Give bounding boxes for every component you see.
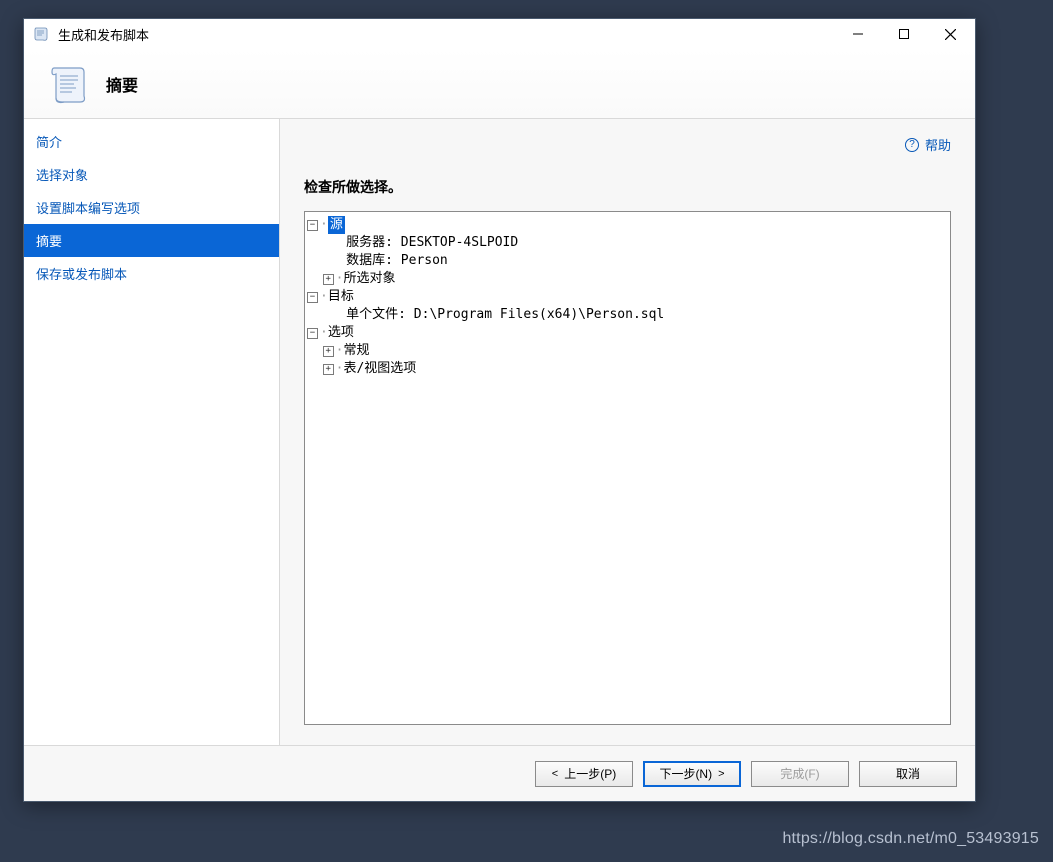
titlebar: 生成和发布脚本	[24, 19, 975, 49]
tree-node-server[interactable]: 服务器: DESKTOP-4SLPOID	[346, 234, 518, 252]
sidebar-item-intro[interactable]: 简介	[24, 125, 279, 158]
help-label: 帮助	[925, 135, 951, 154]
help-link[interactable]: ? 帮助	[905, 135, 951, 154]
sidebar-item-summary[interactable]: 摘要	[24, 224, 279, 257]
watermark: https://blog.csdn.net/m0_53493915	[782, 830, 1039, 848]
tree-node-selected-objects[interactable]: 所选对象	[343, 270, 395, 288]
cancel-button[interactable]: 取消	[859, 761, 957, 787]
page-title: 摘要	[106, 72, 138, 96]
chevron-right-icon: >	[718, 768, 724, 780]
header: 摘要	[24, 49, 975, 119]
tree-node-database[interactable]: 数据库: Person	[346, 252, 448, 270]
collapse-icon[interactable]: −	[307, 328, 318, 339]
tree-node-target[interactable]: 目标	[328, 288, 354, 306]
minimize-button[interactable]	[835, 19, 881, 49]
sidebar-item-save-publish[interactable]: 保存或发布脚本	[24, 257, 279, 290]
body: 简介 选择对象 设置脚本编写选项 摘要 保存或发布脚本 ? 帮助 检查所做选择。…	[24, 119, 975, 745]
tree-node-single-file[interactable]: 单个文件: D:\Program Files(x64)\Person.sql	[346, 306, 664, 324]
sidebar: 简介 选择对象 设置脚本编写选项 摘要 保存或发布脚本	[24, 119, 280, 745]
maximize-button[interactable]	[881, 19, 927, 49]
dialog-window: 生成和发布脚本 摘要 简介 选择对象 设置脚本编写选项	[23, 18, 976, 802]
expand-icon[interactable]: +	[323, 364, 334, 375]
summary-tree[interactable]: − · 源 服务器: DESKTOP-4SLPOID 数据库: Person +…	[304, 211, 951, 725]
help-icon: ?	[905, 138, 919, 152]
next-button[interactable]: 下一步(N) >	[643, 761, 741, 787]
tree-node-source[interactable]: 源	[328, 216, 345, 234]
collapse-icon[interactable]: −	[307, 292, 318, 303]
window-controls	[835, 19, 973, 49]
close-button[interactable]	[927, 19, 973, 49]
footer: < 上一步(P) 下一步(N) > 完成(F) 取消	[24, 745, 975, 801]
main-panel: ? 帮助 检查所做选择。 − · 源 服务器:	[280, 119, 975, 745]
sidebar-item-set-options[interactable]: 设置脚本编写选项	[24, 191, 279, 224]
finish-button: 完成(F)	[751, 761, 849, 787]
window-title: 生成和发布脚本	[58, 25, 835, 44]
tree-node-general[interactable]: 常规	[343, 342, 369, 360]
collapse-icon[interactable]: −	[307, 220, 318, 231]
expand-icon[interactable]: +	[323, 274, 334, 285]
app-icon	[32, 25, 50, 43]
tree-node-table-view[interactable]: 表/视图选项	[343, 360, 416, 378]
expand-icon[interactable]: +	[323, 346, 334, 357]
prev-button[interactable]: < 上一步(P)	[535, 761, 633, 787]
scroll-icon	[44, 60, 92, 108]
chevron-left-icon: <	[552, 768, 558, 780]
tree-node-options[interactable]: 选项	[328, 324, 354, 342]
instruction-text: 检查所做选择。	[304, 177, 951, 197]
sidebar-item-choose-objects[interactable]: 选择对象	[24, 158, 279, 191]
